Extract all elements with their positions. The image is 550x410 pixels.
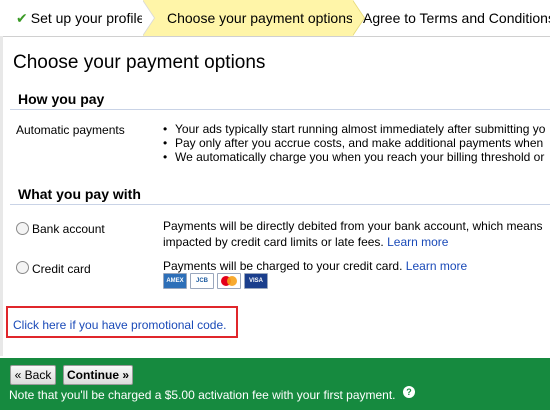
step-agree-terms: Agree to Terms and Conditions [363,0,550,36]
bank-desc-text: impacted by credit card limits or late f… [163,235,384,249]
section-header-how-you-pay: How you pay [10,88,550,110]
bank-account-label[interactable]: Bank account [32,222,105,236]
credit-card-description: Payments will be charged to your credit … [163,258,550,274]
progress-steps: ✔ Set up your profile Choose your payment… [0,0,550,37]
credit-card-radio[interactable] [16,261,29,274]
bullet-item: Pay only after you accrue costs, and mak… [163,136,550,150]
bank-account-description: Payments will be directly debited from y… [163,218,550,250]
amex-logo-icon: AMEX [163,273,187,289]
step-label: Set up your profile [30,10,145,26]
cc-learn-more-link[interactable]: Learn more [406,259,467,273]
step-set-up-profile: ✔ Set up your profile [0,0,148,36]
continue-button[interactable]: Continue » [63,365,133,385]
left-border [0,36,3,356]
bank-desc-line: Payments will be directly debited from y… [163,219,543,233]
check-icon: ✔ [16,10,28,26]
bank-learn-more-link[interactable]: Learn more [387,235,448,249]
payment-bullets: Your ads typically start running almost … [163,122,550,164]
jcb-logo-icon: JCB [190,273,214,289]
page-title: Choose your payment options [13,52,266,73]
back-button[interactable]: « Back [10,365,56,385]
automatic-payments-label: Automatic payments [16,123,125,137]
step-divider [142,0,154,36]
bank-account-radio[interactable] [16,222,29,235]
promo-code-link[interactable]: Click here if you have promotional code. [13,318,226,332]
step-label: Agree to Terms and Conditions [363,10,550,26]
step-label: Choose your payment options [167,10,353,26]
bullet-item: We automatically charge you when you rea… [163,150,550,164]
section-header-what-you-pay-with: What you pay with [10,183,550,205]
cc-desc-text: Payments will be charged to your credit … [163,259,403,273]
footer-bar: « Back Continue » Note that you'll be ch… [0,358,550,410]
bullet-item: Your ads typically start running almost … [163,122,550,136]
mastercard-logo-icon [217,273,241,289]
visa-logo-icon: VISA [244,273,268,289]
step-choose-payment: Choose your payment options [143,0,353,36]
credit-card-label[interactable]: Credit card [32,262,91,276]
bank-desc-line-2: impacted by credit card limits or late f… [163,234,550,250]
help-icon[interactable]: ? [403,386,415,398]
activation-fee-note: Note that you'll be charged a $5.00 acti… [9,388,396,402]
